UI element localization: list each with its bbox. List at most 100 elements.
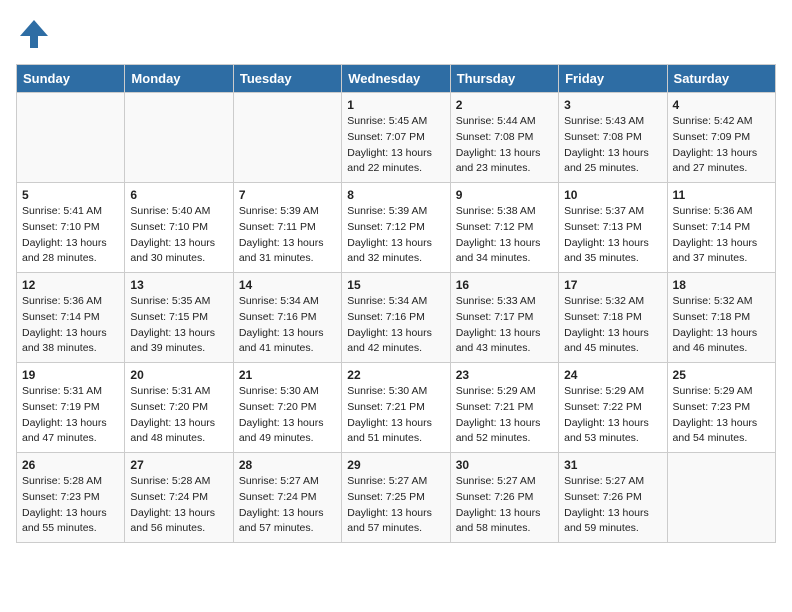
- day-number: 2: [456, 98, 553, 112]
- calendar-cell: 31Sunrise: 5:27 AMSunset: 7:26 PMDayligh…: [559, 453, 667, 543]
- day-number: 18: [673, 278, 770, 292]
- calendar-cell: 12 Sunrise: 5:36 AMSunset: 7:14 PMDayligh…: [17, 273, 125, 363]
- day-info: Sunrise: 5:28 AMSunset: 7:24 PMDaylight:…: [130, 474, 227, 537]
- day-info: Sunrise: 5:40 AMSunset: 7:10 PMDaylight:…: [130, 204, 227, 267]
- calendar-cell: 10 Sunrise: 5:37 AMSunset: 7:13 PMDayligh…: [559, 183, 667, 273]
- day-number: 9: [456, 188, 553, 202]
- day-number: 23: [456, 368, 553, 382]
- logo: [16, 16, 56, 52]
- day-info: Sunrise: 5:35 AMSunset: 7:15 PMDaylight:…: [130, 294, 227, 357]
- day-info: Sunrise: 5:32 AMSunset: 7:18 PMDaylight:…: [673, 294, 770, 357]
- day-info: Sunrise: 5:27 AMSunset: 7:24 PMDaylight:…: [239, 474, 336, 537]
- calendar-week-row: 26 Sunrise: 5:28 AMSunset: 7:23 PMDayligh…: [17, 453, 776, 543]
- day-number: 19: [22, 368, 119, 382]
- day-number: 20: [130, 368, 227, 382]
- day-info: Sunrise: 5:30 AMSunset: 7:20 PMDaylight:…: [239, 384, 336, 447]
- day-number: 28: [239, 458, 336, 472]
- day-number: 22: [347, 368, 444, 382]
- day-info: Sunrise: 5:31 AMSunset: 7:20 PMDaylight:…: [130, 384, 227, 447]
- day-info: Sunrise: 5:27 AMSunset: 7:25 PMDaylight:…: [347, 474, 444, 537]
- calendar-cell: 3Sunrise: 5:43 AMSunset: 7:08 PMDaylight…: [559, 93, 667, 183]
- calendar-cell: 21 Sunrise: 5:30 AMSunset: 7:20 PMDayligh…: [233, 363, 341, 453]
- day-number: 10: [564, 188, 661, 202]
- calendar-cell: [17, 93, 125, 183]
- day-number: 14: [239, 278, 336, 292]
- day-info: Sunrise: 5:39 AMSunset: 7:12 PMDaylight:…: [347, 204, 444, 267]
- weekday-header: Wednesday: [342, 65, 450, 93]
- calendar-cell: 25 Sunrise: 5:29 AMSunset: 7:23 PMDayligh…: [667, 363, 775, 453]
- calendar-cell: 13 Sunrise: 5:35 AMSunset: 7:15 PMDayligh…: [125, 273, 233, 363]
- calendar-cell: 16 Sunrise: 5:33 AMSunset: 7:17 PMDayligh…: [450, 273, 558, 363]
- day-info: Sunrise: 5:43 AMSunset: 7:08 PMDaylight:…: [564, 114, 661, 177]
- calendar-cell: 11Sunrise: 5:36 AMSunset: 7:14 PMDayligh…: [667, 183, 775, 273]
- calendar-cell: 17 Sunrise: 5:32 AMSunset: 7:18 PMDayligh…: [559, 273, 667, 363]
- calendar-table: SundayMondayTuesdayWednesdayThursdayFrid…: [16, 64, 776, 543]
- day-info: Sunrise: 5:27 AMSunset: 7:26 PMDaylight:…: [564, 474, 661, 537]
- day-info: Sunrise: 5:34 AMSunset: 7:16 PMDaylight:…: [347, 294, 444, 357]
- calendar-cell: 9 Sunrise: 5:38 AMSunset: 7:12 PMDaylight…: [450, 183, 558, 273]
- weekday-header: Thursday: [450, 65, 558, 93]
- day-info: Sunrise: 5:39 AMSunset: 7:11 PMDaylight:…: [239, 204, 336, 267]
- page-header: [16, 16, 776, 52]
- day-number: 12: [22, 278, 119, 292]
- calendar-cell: 14 Sunrise: 5:34 AMSunset: 7:16 PMDayligh…: [233, 273, 341, 363]
- day-info: Sunrise: 5:28 AMSunset: 7:23 PMDaylight:…: [22, 474, 119, 537]
- day-info: Sunrise: 5:30 AMSunset: 7:21 PMDaylight:…: [347, 384, 444, 447]
- day-info: Sunrise: 5:38 AMSunset: 7:12 PMDaylight:…: [456, 204, 553, 267]
- calendar-cell: [233, 93, 341, 183]
- day-info: Sunrise: 5:36 AMSunset: 7:14 PMDaylight:…: [673, 204, 770, 267]
- day-number: 24: [564, 368, 661, 382]
- day-info: Sunrise: 5:37 AMSunset: 7:13 PMDaylight:…: [564, 204, 661, 267]
- day-number: 16: [456, 278, 553, 292]
- day-info: Sunrise: 5:31 AMSunset: 7:19 PMDaylight:…: [22, 384, 119, 447]
- weekday-header: Sunday: [17, 65, 125, 93]
- day-info: Sunrise: 5:42 AMSunset: 7:09 PMDaylight:…: [673, 114, 770, 177]
- day-number: 17: [564, 278, 661, 292]
- calendar-cell: 20 Sunrise: 5:31 AMSunset: 7:20 PMDayligh…: [125, 363, 233, 453]
- day-info: Sunrise: 5:32 AMSunset: 7:18 PMDaylight:…: [564, 294, 661, 357]
- day-info: Sunrise: 5:36 AMSunset: 7:14 PMDaylight:…: [22, 294, 119, 357]
- calendar-cell: 26 Sunrise: 5:28 AMSunset: 7:23 PMDayligh…: [17, 453, 125, 543]
- day-number: 26: [22, 458, 119, 472]
- day-number: 21: [239, 368, 336, 382]
- calendar-cell: 18 Sunrise: 5:32 AMSunset: 7:18 PMDayligh…: [667, 273, 775, 363]
- day-info: Sunrise: 5:29 AMSunset: 7:21 PMDaylight:…: [456, 384, 553, 447]
- calendar-cell: 5Sunrise: 5:41 AMSunset: 7:10 PMDaylight…: [17, 183, 125, 273]
- calendar-cell: 4Sunrise: 5:42 AMSunset: 7:09 PMDaylight…: [667, 93, 775, 183]
- calendar-week-row: 5Sunrise: 5:41 AMSunset: 7:10 PMDaylight…: [17, 183, 776, 273]
- day-info: Sunrise: 5:41 AMSunset: 7:10 PMDaylight:…: [22, 204, 119, 267]
- calendar-week-row: 1 Sunrise: 5:45 AMSunset: 7:07 PMDaylight…: [17, 93, 776, 183]
- day-info: Sunrise: 5:45 AMSunset: 7:07 PMDaylight:…: [347, 114, 444, 177]
- calendar-cell: [667, 453, 775, 543]
- weekday-header: Tuesday: [233, 65, 341, 93]
- day-number: 13: [130, 278, 227, 292]
- day-number: 15: [347, 278, 444, 292]
- day-info: Sunrise: 5:34 AMSunset: 7:16 PMDaylight:…: [239, 294, 336, 357]
- calendar-cell: 27 Sunrise: 5:28 AMSunset: 7:24 PMDayligh…: [125, 453, 233, 543]
- calendar-cell: 15 Sunrise: 5:34 AMSunset: 7:16 PMDayligh…: [342, 273, 450, 363]
- day-number: 27: [130, 458, 227, 472]
- calendar-cell: 2 Sunrise: 5:44 AMSunset: 7:08 PMDaylight…: [450, 93, 558, 183]
- calendar-cell: 24 Sunrise: 5:29 AMSunset: 7:22 PMDayligh…: [559, 363, 667, 453]
- calendar-cell: 19 Sunrise: 5:31 AMSunset: 7:19 PMDayligh…: [17, 363, 125, 453]
- calendar-cell: 8 Sunrise: 5:39 AMSunset: 7:12 PMDaylight…: [342, 183, 450, 273]
- day-number: 29: [347, 458, 444, 472]
- day-number: 7: [239, 188, 336, 202]
- day-info: Sunrise: 5:44 AMSunset: 7:08 PMDaylight:…: [456, 114, 553, 177]
- calendar-cell: 1 Sunrise: 5:45 AMSunset: 7:07 PMDaylight…: [342, 93, 450, 183]
- calendar-cell: 30Sunrise: 5:27 AMSunset: 7:26 PMDayligh…: [450, 453, 558, 543]
- calendar-cell: 28 Sunrise: 5:27 AMSunset: 7:24 PMDayligh…: [233, 453, 341, 543]
- day-number: 8: [347, 188, 444, 202]
- day-info: Sunrise: 5:29 AMSunset: 7:22 PMDaylight:…: [564, 384, 661, 447]
- calendar-cell: [125, 93, 233, 183]
- calendar-cell: 29 Sunrise: 5:27 AMSunset: 7:25 PMDayligh…: [342, 453, 450, 543]
- calendar-cell: 22 Sunrise: 5:30 AMSunset: 7:21 PMDayligh…: [342, 363, 450, 453]
- day-info: Sunrise: 5:29 AMSunset: 7:23 PMDaylight:…: [673, 384, 770, 447]
- day-info: Sunrise: 5:33 AMSunset: 7:17 PMDaylight:…: [456, 294, 553, 357]
- day-number: 6: [130, 188, 227, 202]
- logo-icon: [16, 16, 52, 52]
- day-number: 25: [673, 368, 770, 382]
- weekday-header-row: SundayMondayTuesdayWednesdayThursdayFrid…: [17, 65, 776, 93]
- day-number: 1: [347, 98, 444, 112]
- weekday-header: Saturday: [667, 65, 775, 93]
